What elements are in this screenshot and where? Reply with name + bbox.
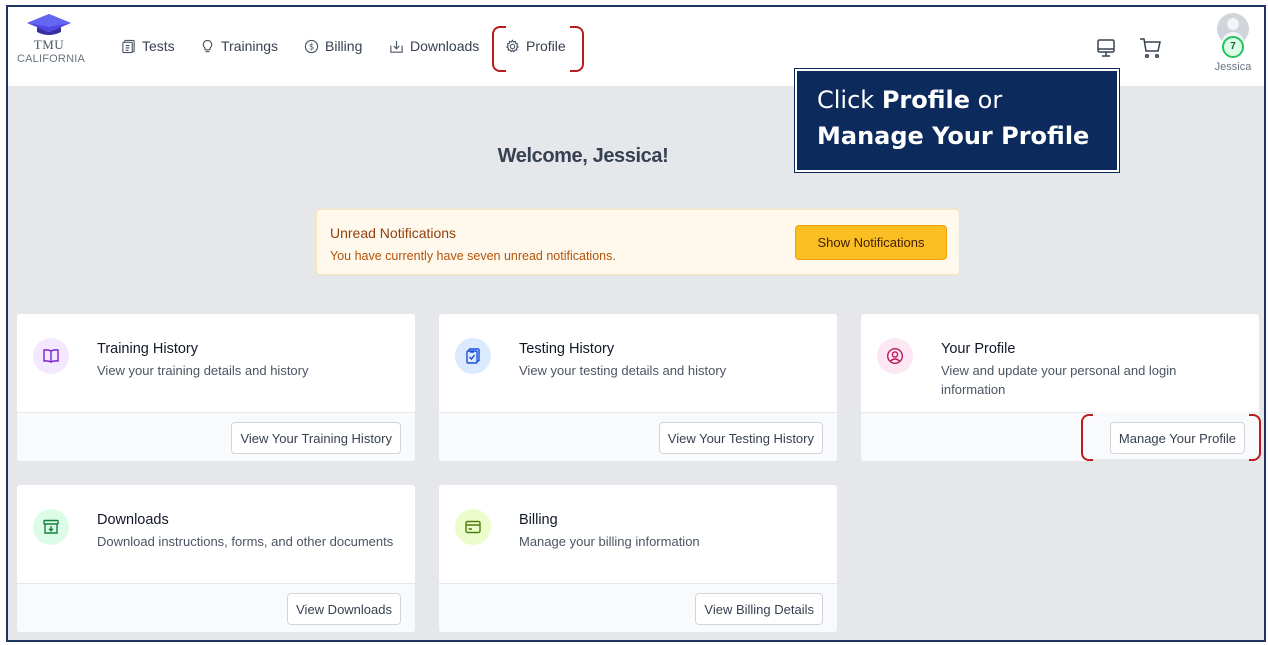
notification-text: You have currently have seven unread not… xyxy=(330,249,616,263)
card-footer: View Your Testing History xyxy=(439,412,837,461)
user-circle-icon xyxy=(886,347,904,365)
card-title: Billing xyxy=(519,512,558,528)
card-title: Training History xyxy=(97,341,198,357)
view-billing-details-button[interactable]: View Billing Details xyxy=(695,593,823,625)
brand-logo[interactable]: TMU CALIFORNIA xyxy=(17,13,86,79)
card-description: View your training details and history xyxy=(97,363,309,378)
gear-icon xyxy=(506,38,519,53)
graduation-cap-icon xyxy=(27,14,71,35)
card-icon-wrap xyxy=(33,338,69,374)
card-description: Manage your billing information xyxy=(519,534,700,549)
notification-title: Unread Notifications xyxy=(330,225,457,241)
book-icon xyxy=(43,349,59,363)
brand-name: TMU xyxy=(33,37,65,52)
card-testing-history: Testing History View your testing detail… xyxy=(438,313,838,462)
archive-icon xyxy=(43,519,59,534)
notification-banner: Unread Notifications You have currently … xyxy=(316,209,960,275)
card-description: View your testing details and history xyxy=(519,363,727,378)
svg-text:$: $ xyxy=(309,41,314,51)
nav-billing-label: Billing xyxy=(325,38,363,54)
card-description: Download instructions, forms, and other … xyxy=(97,534,394,549)
card-icon-wrap xyxy=(33,509,69,545)
card-description: View and update your personal and login … xyxy=(941,363,1177,397)
card-title: Downloads xyxy=(97,512,169,528)
callout-prefix: Click xyxy=(817,86,882,114)
card-title: Your Profile xyxy=(941,341,1016,357)
nav-downloads[interactable]: Downloads xyxy=(389,38,479,54)
show-notifications-button[interactable]: Show Notifications xyxy=(795,225,947,260)
nav-profile-label: Profile xyxy=(526,38,566,54)
nav-tests-label: Tests xyxy=(142,38,175,54)
card-downloads: Downloads Download instructions, forms, … xyxy=(16,484,416,633)
nav-downloads-label: Downloads xyxy=(410,38,480,54)
card-title: Testing History xyxy=(519,341,615,357)
view-testing-history-button[interactable]: View Your Testing History xyxy=(658,422,823,454)
page-title: Welcome, Jessica! xyxy=(497,145,669,167)
monitor-icon[interactable] xyxy=(1095,37,1117,59)
view-downloads-button[interactable]: View Downloads xyxy=(287,593,401,625)
notification-count-badge: 7 xyxy=(1222,36,1244,58)
card-icon-wrap xyxy=(455,509,491,545)
nav-billing[interactable]: $ Billing xyxy=(304,38,362,54)
download-icon xyxy=(390,40,403,53)
card-footer: View Downloads xyxy=(17,583,415,632)
manage-profile-highlight-bracket xyxy=(1081,414,1261,461)
nav-tests[interactable]: Tests xyxy=(121,38,175,54)
view-training-history-button[interactable]: View Your Training History xyxy=(231,422,401,454)
card-footer: View Your Training History xyxy=(17,412,415,461)
tests-icon xyxy=(122,39,135,53)
credit-card-icon xyxy=(465,520,481,534)
card-training-history: Training History View your training deta… xyxy=(16,313,416,462)
card-billing: Billing Manage your billing information … xyxy=(438,484,838,633)
brand-subtitle: CALIFORNIA xyxy=(17,53,86,65)
nav-trainings[interactable]: Trainings xyxy=(200,38,278,54)
card-icon-wrap xyxy=(455,338,491,374)
app-frame: TMU CALIFORNIA Tests Trainings $ Billing xyxy=(6,5,1266,642)
nav-trainings-label: Trainings xyxy=(221,38,279,54)
user-menu[interactable]: 7 Jessica xyxy=(1208,13,1258,73)
clipboard-check-icon xyxy=(466,348,480,364)
callout-profile: Profile xyxy=(881,86,971,114)
card-icon-wrap xyxy=(877,338,913,374)
cart-icon[interactable] xyxy=(1139,37,1163,59)
user-name: Jessica xyxy=(1214,61,1252,73)
lightbulb-icon xyxy=(202,39,213,52)
nav-profile[interactable]: Profile xyxy=(505,38,566,54)
callout-or: or xyxy=(970,86,1003,114)
card-footer: View Billing Details xyxy=(439,583,837,632)
dollar-icon: $ xyxy=(304,39,319,53)
